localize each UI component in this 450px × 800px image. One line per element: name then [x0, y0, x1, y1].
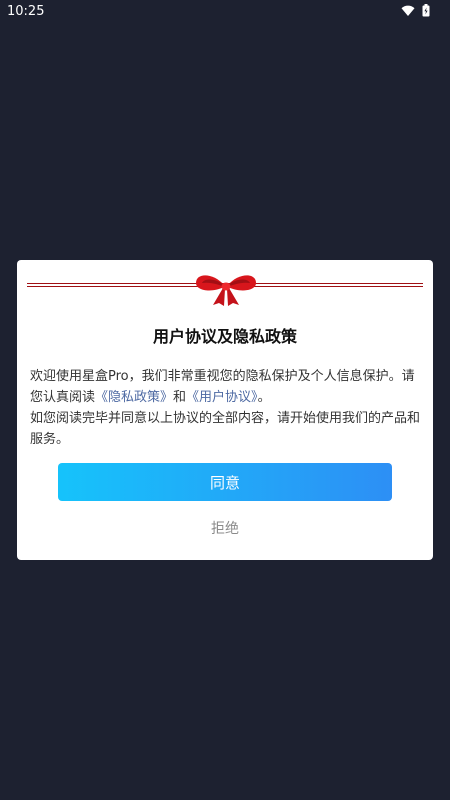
bow-icon	[196, 275, 256, 306]
dialog-body: 欢迎使用星盒Pro，我们非常重视您的隐私保护及个人信息保护。请您认真阅读《隐私政…	[30, 366, 422, 450]
agree-button[interactable]: 同意	[58, 463, 392, 501]
status-bar: 10:25	[0, 0, 450, 24]
status-time: 10:25	[7, 4, 45, 19]
reject-button[interactable]: 拒绝	[175, 515, 275, 541]
wifi-icon	[401, 5, 415, 17]
body-text-end: 。	[257, 390, 271, 405]
privacy-dialog: 用户协议及隐私政策 欢迎使用星盒Pro，我们非常重视您的隐私保护及个人信息保护。…	[17, 260, 433, 560]
status-icons	[401, 4, 430, 17]
battery-icon	[422, 4, 430, 17]
body-text-and: 和	[173, 390, 187, 405]
privacy-policy-link[interactable]: 《隐私政策》	[95, 390, 173, 405]
body-paragraph-2: 如您阅读完毕并同意以上协议的全部内容，请开始使用我们的产品和服务。	[30, 411, 421, 447]
user-agreement-link[interactable]: 《用户协议》	[186, 390, 258, 405]
body-paragraph-1: 欢迎使用星盒Pro，我们非常重视您的隐私保护及个人信息保护。请您认真阅读《隐私政…	[30, 366, 422, 408]
dialog-title: 用户协议及隐私政策	[152, 327, 297, 346]
